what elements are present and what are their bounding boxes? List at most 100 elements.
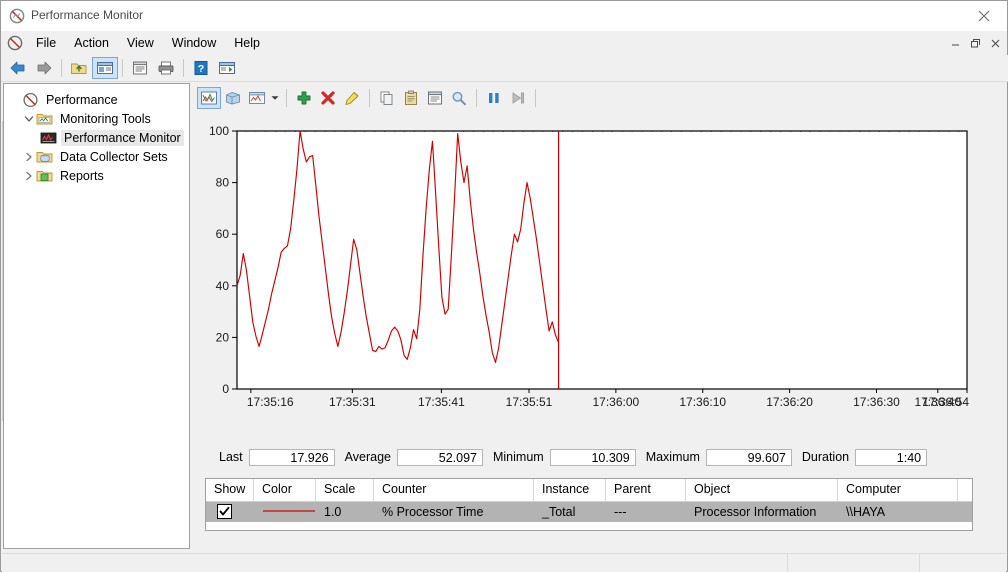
menu-item-help[interactable]: Help (225, 33, 269, 53)
svg-text:17:35:41: 17:35:41 (418, 395, 465, 409)
window-close-button[interactable] (961, 1, 1007, 31)
zoom-icon[interactable] (447, 87, 471, 109)
sidebar-item-performance[interactable]: Performance (4, 90, 189, 109)
status-panel-main (2, 554, 788, 572)
folder-tools-icon (36, 111, 53, 127)
sidebar-item-performance-monitor[interactable]: Performance Monitor (4, 128, 189, 147)
highlight-icon[interactable] (340, 87, 364, 109)
forward-icon[interactable] (31, 57, 57, 79)
mdi-minimize-button[interactable] (945, 34, 965, 52)
main-toolbar: ? (1, 55, 1008, 82)
stat-value-duration: 1:40 (855, 448, 928, 466)
stat-label-average: Average (344, 450, 391, 464)
column-header-computer[interactable]: Computer (838, 479, 958, 501)
sidebar-item-reports[interactable]: Reports (4, 166, 189, 185)
print-icon[interactable] (153, 57, 179, 79)
column-header-show[interactable]: Show (206, 479, 254, 501)
row-parent: --- (614, 505, 627, 519)
update-data-icon[interactable] (506, 87, 530, 109)
svg-text:0: 0 (222, 382, 229, 396)
column-header-instance[interactable]: Instance (534, 479, 606, 501)
mdi-restore-button[interactable] (965, 34, 985, 52)
menu-item-file[interactable]: File (27, 33, 65, 53)
delete-counter-icon[interactable] (316, 87, 340, 109)
console-tree-pane: Performance Monitoring Tools Performance… (3, 83, 190, 549)
sidebar-item-label: Reports (60, 168, 104, 183)
svg-text:17:36:10: 17:36:10 (679, 395, 726, 409)
color-line-icon (263, 509, 315, 512)
stat-label-maximum: Maximum (645, 450, 700, 464)
svg-text:17:36:20: 17:36:20 (766, 395, 813, 409)
chevron-right-icon[interactable] (22, 150, 36, 164)
folder-reports-icon (36, 168, 53, 184)
performance-chart[interactable]: 0 20 40 60 80 100 17:35:16 17:35:31 17:35:41 17:3… (201, 117, 977, 423)
paste-counter-list-icon[interactable] (399, 87, 423, 109)
help-icon[interactable]: ? (188, 57, 214, 79)
minimize-icon (951, 44, 959, 45)
copy-properties-icon[interactable] (375, 87, 399, 109)
chevron-right-icon[interactable] (22, 169, 36, 183)
up-folder-icon[interactable] (66, 57, 92, 79)
row-show-checkbox[interactable] (206, 504, 254, 520)
freeze-display-icon[interactable] (482, 87, 506, 109)
toolbar-separator (183, 59, 184, 77)
view-line-graph-icon[interactable] (197, 87, 221, 109)
row-color-swatch (254, 505, 316, 520)
svg-text:17:36:00: 17:36:00 (593, 395, 640, 409)
perfmon-icon (9, 8, 25, 24)
svg-text:17:35:31: 17:35:31 (329, 395, 376, 409)
stat-value-average: 52.097 (396, 448, 483, 466)
row-counter: % Processor Time (382, 505, 484, 519)
graph-toolbar (197, 85, 541, 111)
toolbar-separator (61, 59, 62, 77)
table-row[interactable]: 1.0 % Processor Time _Total --- Processo… (206, 502, 972, 522)
chevron-down-icon[interactable] (22, 112, 36, 126)
change-graph-type-icon[interactable] (245, 87, 269, 109)
title-bar: Performance Monitor (1, 1, 1007, 31)
sidebar-item-label: Performance Monitor (61, 129, 184, 146)
close-icon (978, 10, 990, 22)
sidebar-item-label: Performance (46, 92, 118, 107)
mdi-close-button[interactable] (985, 34, 1005, 52)
column-header-object[interactable]: Object (686, 479, 838, 501)
view-histogram-icon[interactable] (221, 87, 245, 109)
stat-value-minimum: 10.309 (549, 448, 636, 466)
properties-icon[interactable] (423, 87, 447, 109)
checkbox-checked-icon[interactable] (217, 504, 232, 519)
back-icon[interactable] (5, 57, 31, 79)
svg-text:60: 60 (216, 227, 230, 241)
performance-icon (22, 92, 39, 108)
menu-item-action[interactable]: Action (65, 33, 118, 53)
show-hide-console-tree-icon[interactable] (92, 57, 118, 79)
mdi-window-controls (945, 34, 1005, 52)
vertical-splitter[interactable] (191, 83, 195, 549)
properties-icon[interactable] (127, 57, 153, 79)
sidebar-item-monitoring-tools[interactable]: Monitoring Tools (4, 109, 189, 128)
window-minimize-button[interactable] (869, 1, 915, 31)
window-title: Performance Monitor (31, 8, 144, 22)
show-hide-action-pane-icon[interactable] (214, 57, 240, 79)
column-header-parent[interactable]: Parent (606, 479, 686, 501)
row-scale: 1.0 (324, 505, 342, 519)
svg-text:?: ? (198, 63, 204, 75)
status-panel-secondary (788, 554, 920, 572)
menu-item-window[interactable]: Window (163, 33, 225, 53)
column-header-color[interactable]: Color (254, 479, 316, 501)
sidebar-item-label: Data Collector Sets (60, 149, 168, 164)
status-bar (2, 553, 1006, 572)
sidebar-item-data-collector-sets[interactable]: Data Collector Sets (4, 147, 189, 166)
chart-canvas[interactable]: 0 20 40 60 80 100 17:35:16 17:35:31 17:35:41 17:3… (201, 117, 977, 423)
column-header-scale[interactable]: Scale (316, 479, 374, 501)
add-counter-icon[interactable] (292, 87, 316, 109)
no-chevron-icon (8, 93, 22, 107)
statistics-bar: Last 17.926 Average 52.097 Minimum 10.30… (219, 447, 937, 467)
window-maximize-button[interactable] (915, 1, 961, 31)
column-header-counter[interactable]: Counter (374, 479, 534, 501)
stat-label-minimum: Minimum (492, 450, 544, 464)
perfmon-icon (7, 35, 23, 51)
chevron-down-icon[interactable] (269, 87, 281, 109)
menu-item-view[interactable]: View (118, 33, 163, 53)
stat-label-last: Last (219, 450, 243, 464)
svg-text:17:36:30: 17:36:30 (853, 395, 900, 409)
svg-text:17:35:16: 17:35:16 (247, 395, 294, 409)
